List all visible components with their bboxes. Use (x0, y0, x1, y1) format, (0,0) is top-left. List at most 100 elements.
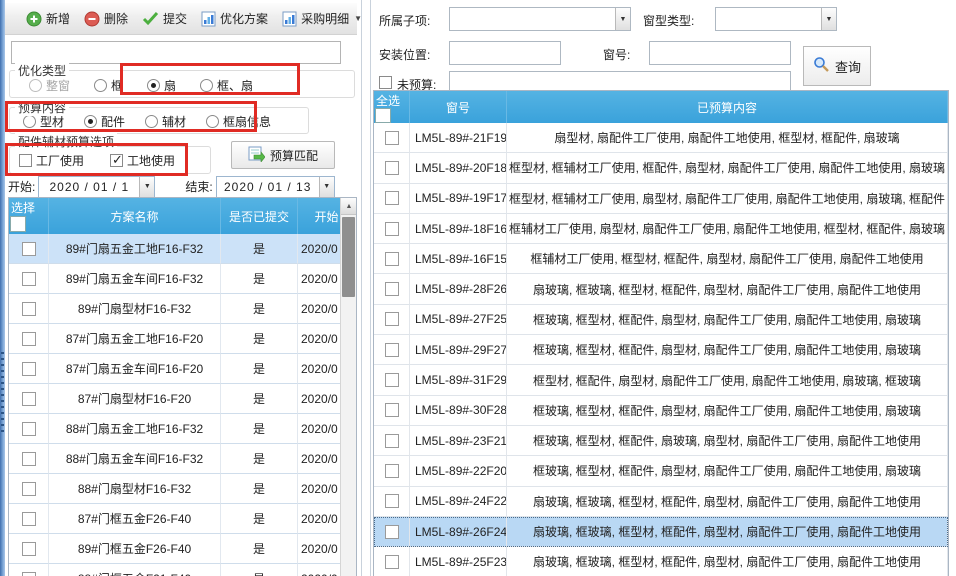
row-checkbox[interactable] (385, 403, 399, 417)
date-start-picker[interactable]: 2020 / 01 / 1 ▼ (38, 176, 155, 198)
table-row[interactable]: 89#门扇五金车间F16-F32 是 2020/0 (9, 264, 356, 294)
purchase-detail-button[interactable]: 采购明细 ▼ (277, 7, 367, 30)
caret-down-icon[interactable]: ▼ (319, 177, 334, 197)
table-row[interactable]: LM5L-89#-18F16 框辅材工厂使用, 扇型材, 扇配件工厂使用, 扇配… (374, 214, 948, 244)
sub-item-select[interactable]: ▼ (449, 7, 631, 31)
row-checkbox[interactable] (22, 302, 36, 316)
table-row[interactable]: LM5L-89#-24F22 扇玻璃, 框玻璃, 框型材, 框配件, 扇型材, … (374, 487, 948, 517)
radio-icon[interactable] (94, 79, 107, 92)
table-row[interactable]: 88#门扇五金车间F16-F32 是 2020/0 (9, 444, 356, 474)
table-row[interactable]: 88#门扇五金工地F16-F32 是 2020/0 (9, 414, 356, 444)
table-row[interactable]: LM5L-89#-30F28 框玻璃, 框型材, 框配件, 扇型材, 扇配件工厂… (374, 396, 948, 426)
table-row[interactable]: 87#门扇型材F16-F20 是 2020/0 (9, 384, 356, 414)
row-checkbox[interactable] (22, 362, 36, 376)
table-row[interactable]: LM5L-89#-29F27 框玻璃, 框型材, 框配件, 扇型材, 扇配件工厂… (374, 335, 948, 365)
row-checkbox[interactable] (22, 482, 36, 496)
row-checkbox[interactable] (385, 312, 399, 326)
radio-icon[interactable] (145, 115, 158, 128)
select-all-windows-checkbox[interactable] (376, 109, 390, 122)
radio-icon[interactable] (147, 79, 160, 92)
select-all-plans-checkbox[interactable] (11, 217, 25, 231)
table-row[interactable]: 87#门扇五金工地F16-F20 是 2020/0 (9, 324, 356, 354)
table-row[interactable]: 89#门扇五金工地F16-F32 是 2020/0 (9, 234, 356, 264)
date-end-picker[interactable]: 2020 / 01 / 13 ▼ (216, 176, 335, 198)
row-checkbox[interactable] (385, 282, 399, 296)
radio-icon[interactable] (29, 79, 42, 92)
header-budgeted-content[interactable]: 已预算内容 (507, 91, 948, 123)
radio-icon[interactable] (200, 79, 213, 92)
row-checkbox[interactable] (22, 542, 36, 556)
table-row[interactable]: LM5L-89#-19F17 框型材, 框辅材工厂使用, 扇型材, 扇配件工厂使… (374, 184, 948, 214)
radio-option[interactable]: 配件 (84, 113, 125, 130)
window-type-select[interactable]: ▼ (715, 7, 837, 31)
radio-option[interactable]: 框、扇 (200, 77, 253, 94)
row-checkbox[interactable] (385, 525, 399, 539)
checkbox-icon[interactable] (19, 154, 32, 167)
row-checkbox[interactable] (385, 131, 399, 145)
row-checkbox[interactable] (22, 452, 36, 466)
row-checkbox[interactable] (385, 434, 399, 448)
table-row[interactable]: 88#门框五金F21-F40 是 2020/0 (9, 564, 356, 576)
plan-search-input[interactable] (11, 41, 341, 64)
row-checkbox[interactable] (22, 272, 36, 286)
row-checkbox[interactable] (385, 555, 399, 569)
table-row[interactable]: LM5L-89#-21F19 扇型材, 扇配件工厂使用, 扇配件工地使用, 框型… (374, 123, 948, 153)
row-checkbox[interactable] (22, 332, 36, 346)
table-row[interactable]: LM5L-89#-23F21 框玻璃, 框型材, 框配件, 扇玻璃, 扇型材, … (374, 426, 948, 456)
radio-icon[interactable] (84, 115, 97, 128)
row-checkbox[interactable] (22, 422, 36, 436)
table-row[interactable]: LM5L-89#-26F24 扇玻璃, 框玻璃, 框型材, 框配件, 扇型材, … (374, 517, 948, 547)
splitter-grip[interactable] (1, 352, 4, 432)
submit-button[interactable]: 提交 (137, 7, 192, 30)
row-checkbox[interactable] (385, 222, 399, 236)
header-plan-name[interactable]: 方案名称 (49, 198, 221, 234)
row-checkbox[interactable] (385, 343, 399, 357)
install-pos-input[interactable] (449, 41, 561, 65)
checkbox-option[interactable]: 工厂使用 (19, 152, 84, 169)
radio-option[interactable]: 扇 (147, 77, 176, 94)
checkbox-option[interactable]: 工地使用 (110, 152, 175, 169)
no-budget-checkbox[interactable] (379, 76, 392, 89)
radio-option[interactable]: 辅材 (145, 113, 186, 130)
add-button[interactable]: 新增 (21, 7, 75, 30)
radio-icon[interactable] (23, 115, 36, 128)
header-submitted[interactable]: 是否已提交 (221, 198, 298, 234)
table-row[interactable]: 87#门框五金F26-F40 是 2020/0 (9, 504, 356, 534)
delete-button[interactable]: 删除 (79, 7, 133, 30)
query-button[interactable]: 查询 (803, 46, 871, 86)
caret-down-icon[interactable]: ▼ (139, 177, 154, 197)
checkbox-icon[interactable] (110, 154, 123, 167)
row-checkbox[interactable] (385, 191, 399, 205)
table-row[interactable]: LM5L-89#-20F18 框型材, 框辅材工厂使用, 框配件, 扇型材, 扇… (374, 153, 948, 183)
row-checkbox[interactable] (385, 252, 399, 266)
table-row[interactable]: LM5L-89#-16F15 框辅材工厂使用, 框型材, 框配件, 扇型材, 扇… (374, 244, 948, 274)
header-window-no[interactable]: 窗号 (410, 91, 507, 123)
window-no-input[interactable] (649, 41, 791, 65)
row-checkbox[interactable] (22, 392, 36, 406)
table-row[interactable]: LM5L-89#-27F25 框玻璃, 框型材, 框配件, 扇型材, 扇配件工厂… (374, 305, 948, 335)
caret-down-icon[interactable]: ▼ (821, 8, 836, 30)
table-row[interactable]: LM5L-89#-31F29 框型材, 框配件, 扇型材, 扇配件工厂使用, 扇… (374, 365, 948, 395)
caret-down-icon[interactable]: ▼ (354, 14, 362, 23)
radio-icon[interactable] (206, 115, 219, 128)
table-row[interactable]: LM5L-89#-28F26 扇玻璃, 框玻璃, 框型材, 框配件, 扇型材, … (374, 274, 948, 304)
row-checkbox[interactable] (385, 464, 399, 478)
scroll-up-icon[interactable]: ▲ (341, 198, 357, 215)
scrollbar-thumb[interactable] (342, 217, 355, 297)
row-checkbox[interactable] (385, 161, 399, 175)
table-row[interactable]: 87#门扇五金车间F16-F20 是 2020/0 (9, 354, 356, 384)
table-row[interactable]: 89#门扇型材F16-F32 是 2020/0 (9, 294, 356, 324)
radio-option[interactable]: 整窗 (29, 77, 70, 94)
row-checkbox[interactable] (385, 373, 399, 387)
row-checkbox[interactable] (22, 242, 36, 256)
row-checkbox[interactable] (22, 572, 36, 576)
table-row[interactable]: LM5L-89#-22F20 框玻璃, 框型材, 框配件, 扇型材, 扇配件工厂… (374, 456, 948, 486)
row-checkbox[interactable] (385, 494, 399, 508)
optimize-plan-button[interactable]: 优化方案 (196, 7, 273, 30)
budget-match-button[interactable]: 预算匹配 (231, 141, 335, 169)
scrollbar[interactable]: ▲ (340, 198, 356, 576)
row-checkbox[interactable] (22, 512, 36, 526)
caret-down-icon[interactable]: ▼ (615, 8, 630, 30)
table-row[interactable]: LM5L-89#-25F23 扇玻璃, 框玻璃, 框型材, 框配件, 扇型材, … (374, 547, 948, 576)
table-row[interactable]: 89#门框五金F26-F40 是 2020/0 (9, 534, 356, 564)
